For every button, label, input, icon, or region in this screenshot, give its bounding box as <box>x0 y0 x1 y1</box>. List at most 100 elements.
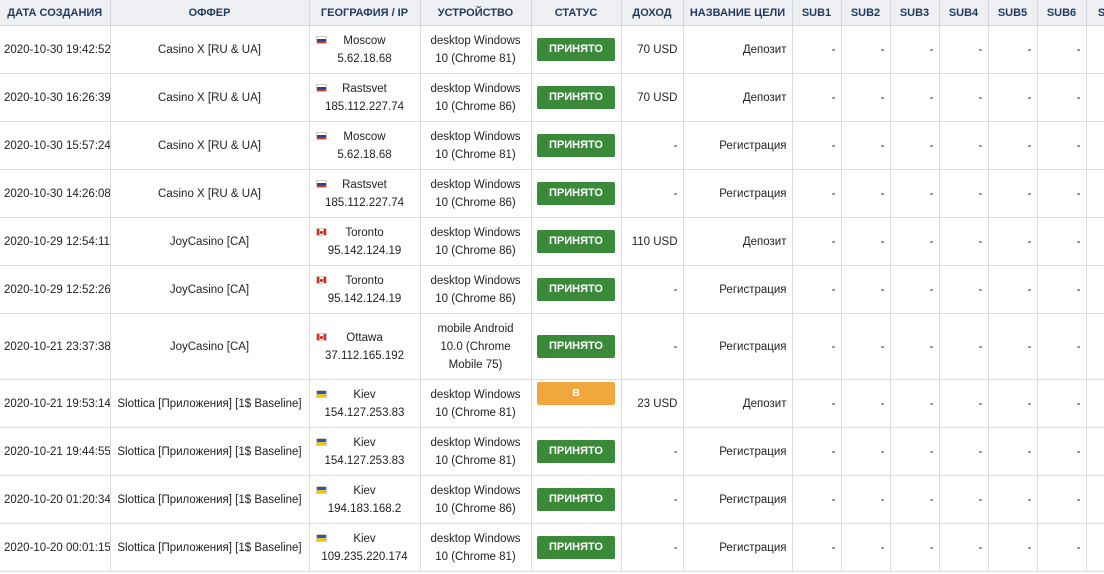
city-text: Kiev <box>353 532 376 545</box>
col-offer-header[interactable]: ОФФЕР <box>110 0 310 26</box>
sub3-cell: - <box>890 379 940 428</box>
col-sub6-header[interactable]: SUB6 <box>1037 0 1087 26</box>
col-sub5-header[interactable]: SUB5 <box>988 0 1038 26</box>
offer-cell[interactable]: Casino X [RU & UA] <box>110 73 310 122</box>
table-row[interactable]: 2020-10-21 19:53:14 Slottica [Приложения]… <box>0 379 1104 428</box>
table-row[interactable]: 2020-10-20 01:20:34 Slottica [Приложения]… <box>0 475 1104 524</box>
flag-ua-icon <box>315 437 327 446</box>
ip-text: 95.142.124.19 <box>327 244 402 257</box>
sub7-cell <box>1086 379 1104 428</box>
sub5-cell: - <box>988 313 1038 380</box>
sub4-cell: - <box>939 169 989 218</box>
col-income-header[interactable]: ДОХОД <box>621 0 684 26</box>
status-cell: ПРИНЯТО <box>531 121 622 170</box>
col-sub7-header[interactable]: SU <box>1086 0 1104 26</box>
income-cell: - <box>621 313 684 380</box>
status-cell: ПРИНЯТО <box>531 169 622 218</box>
offer-cell[interactable]: Casino X [RU & UA] <box>110 121 310 170</box>
table-row[interactable]: 2020-10-30 16:26:39 Casino X [RU & UA] Ra… <box>0 73 1104 122</box>
col-date-header[interactable]: ДАТА СОЗДАНИЯ <box>0 0 111 26</box>
col-geo-header[interactable]: ГЕОГРАФИЯ / IP <box>309 0 421 26</box>
table-row[interactable]: 2020-10-29 12:54:11 JoyCasino [CA] Toront… <box>0 217 1104 266</box>
sub6-cell: - <box>1037 169 1087 218</box>
date-cell: 2020-10-20 01:20:34 <box>0 475 111 524</box>
sub6-cell: - <box>1037 475 1087 524</box>
status-cell: ПРИНЯТО <box>531 427 622 476</box>
date-cell: 2020-10-29 12:54:11 <box>0 217 111 266</box>
col-goal-header[interactable]: НАЗВАНИЕ ЦЕЛИ <box>683 0 793 26</box>
geo-cell: Toronto 95.142.124.19 <box>309 217 421 266</box>
offer-cell[interactable]: Slottica [Приложения] [1$ Baseline] <box>110 379 310 428</box>
device-cell: desktop Windows 10 (Chrome 81) <box>420 523 532 572</box>
status-badge: В ОБРАБОТКЕ <box>537 382 615 422</box>
col-sub4-header[interactable]: SUB4 <box>939 0 989 26</box>
sub5-cell: - <box>988 121 1038 170</box>
sub7-cell <box>1086 73 1104 122</box>
offer-cell[interactable]: Slottica [Приложения] [1$ Baseline] <box>110 427 310 476</box>
date-cell: 2020-10-21 19:53:14 <box>0 379 111 428</box>
sub7-cell <box>1086 427 1104 476</box>
sub2-cell: - <box>841 265 891 314</box>
table-row[interactable]: 2020-10-30 19:42:52 Casino X [RU & UA] Mo… <box>0 25 1104 74</box>
col-status-header[interactable]: СТАТУС <box>531 0 622 26</box>
sub4-cell: - <box>939 475 989 524</box>
date-cell: 2020-10-30 16:26:39 <box>0 73 111 122</box>
table-row[interactable]: 2020-10-30 14:26:08 Casino X [RU & UA] Ra… <box>0 169 1104 218</box>
col-sub1-header[interactable]: SUB1 <box>792 0 842 26</box>
status-badge: ПРИНЯТО <box>537 134 615 157</box>
ip-text: 5.62.18.68 <box>337 52 392 65</box>
offer-cell[interactable]: Slottica [Приложения] [1$ Baseline] <box>110 523 310 572</box>
city-text: Kiev <box>353 484 376 497</box>
geo-cell: Moscow 5.62.18.68 <box>309 25 421 74</box>
offer-cell[interactable]: JoyCasino [CA] <box>110 217 310 266</box>
sub6-cell: - <box>1037 379 1087 428</box>
geo-cell: Kiev 109.235.220.174 <box>309 523 421 572</box>
income-cell: 23 USD <box>621 379 684 428</box>
col-sub2-header[interactable]: SUB2 <box>841 0 891 26</box>
sub7-cell <box>1086 265 1104 314</box>
offer-cell[interactable]: JoyCasino [CA] <box>110 313 310 380</box>
offer-cell[interactable]: Casino X [RU & UA] <box>110 169 310 218</box>
sub2-cell: - <box>841 313 891 380</box>
device-cell: desktop Windows 10 (Chrome 81) <box>420 25 532 74</box>
geo-cell: Rastsvet 185.112.227.74 <box>309 169 421 218</box>
offer-cell[interactable]: Casino X [RU & UA] <box>110 25 310 74</box>
date-cell: 2020-10-21 19:44:55 <box>0 427 111 476</box>
sub4-cell: - <box>939 121 989 170</box>
sub1-cell: - <box>792 169 842 218</box>
flag-ua-icon <box>315 533 327 542</box>
table-row[interactable]: 2020-10-30 15:57:24 Casino X [RU & UA] Mo… <box>0 121 1104 170</box>
col-sub3-header[interactable]: SUB3 <box>890 0 940 26</box>
sub5-cell: - <box>988 427 1038 476</box>
goal-cell: Регистрация <box>683 313 793 380</box>
status-cell: В ОБРАБОТКЕ <box>531 379 622 428</box>
sub3-cell: - <box>890 523 940 572</box>
geo-cell: Toronto 95.142.124.19 <box>309 265 421 314</box>
sub1-cell: - <box>792 427 842 476</box>
date-cell: 2020-10-21 23:37:38 <box>0 313 111 380</box>
city-text: Ottawa <box>346 331 383 344</box>
flag-ua-icon <box>315 389 327 398</box>
flag-ru-icon <box>315 83 327 92</box>
col-device-header[interactable]: УСТРОЙСТВО <box>420 0 532 26</box>
device-cell: desktop Windows 10 (Chrome 86) <box>420 265 532 314</box>
sub3-cell: - <box>890 313 940 380</box>
sub3-cell: - <box>890 169 940 218</box>
status-badge: ПРИНЯТО <box>537 278 615 301</box>
sub4-cell: - <box>939 523 989 572</box>
table-row[interactable]: 2020-10-29 12:52:26 JoyCasino [CA] Toront… <box>0 265 1104 314</box>
geo-cell: Kiev 154.127.253.83 <box>309 379 421 428</box>
sub1-cell: - <box>792 25 842 74</box>
device-cell: mobile Android 10.0 (Chrome Mobile 75) <box>420 313 532 380</box>
table-row[interactable]: 2020-10-20 00:01:15 Slottica [Приложения]… <box>0 523 1104 572</box>
flag-ua-icon <box>315 485 327 494</box>
sub3-cell: - <box>890 121 940 170</box>
status-cell: ПРИНЯТО <box>531 73 622 122</box>
offer-cell[interactable]: Slottica [Приложения] [1$ Baseline] <box>110 475 310 524</box>
goal-cell: Депозит <box>683 379 793 428</box>
offer-cell[interactable]: JoyCasino [CA] <box>110 265 310 314</box>
table-row[interactable]: 2020-10-21 19:44:55 Slottica [Приложения]… <box>0 427 1104 476</box>
table-row[interactable]: 2020-10-21 23:37:38 JoyCasino [CA] Ottawa… <box>0 313 1104 380</box>
device-cell: desktop Windows 10 (Chrome 86) <box>420 73 532 122</box>
goal-cell: Регистрация <box>683 121 793 170</box>
